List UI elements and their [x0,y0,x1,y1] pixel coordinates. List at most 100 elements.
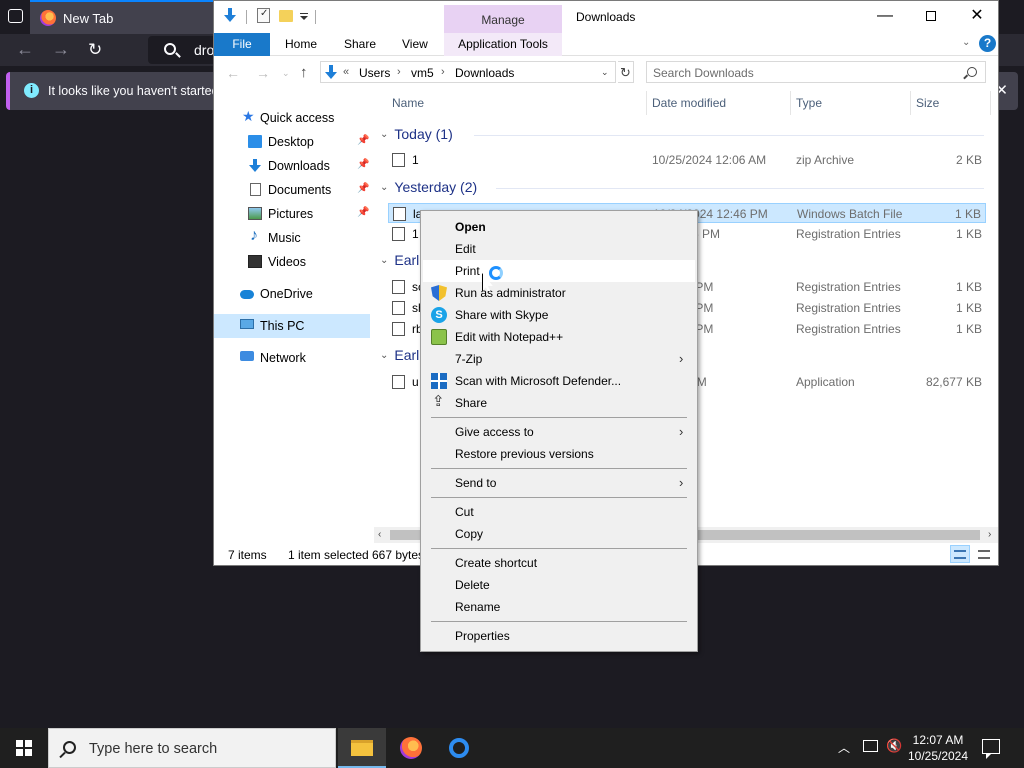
column-header-size[interactable]: Size [916,96,939,110]
tab-list-icon[interactable] [8,9,23,23]
close-button[interactable]: ✕ [954,1,998,33]
column-divider[interactable] [990,91,991,115]
system-clock[interactable]: 12:07 AM 10/25/2024 [905,732,971,764]
show-hidden-icons-icon[interactable]: ︿ [838,739,850,768]
tab-view[interactable]: View [402,33,428,56]
menu-item-edit-with-notepad-plus-plus[interactable]: Edit with Notepad++ [423,326,695,348]
address-bar[interactable]: « Users › vm5 › Downloads ⌄ [320,61,616,83]
nav-item-documents[interactable]: Documents 📌 [214,178,370,202]
column-divider[interactable] [790,91,791,115]
menu-item-share[interactable]: Share [423,392,695,414]
nav-item-videos[interactable]: Videos [214,250,370,274]
nav-item-downloads[interactable]: Downloads 📌 [214,154,370,178]
menu-item-scan-with-defender[interactable]: Scan with Microsoft Defender... [423,370,695,392]
nav-item-network[interactable]: Network [214,346,370,370]
nav-item-desktop[interactable]: Desktop 📌 [214,130,370,154]
scroll-left-icon[interactable]: ‹ [378,527,381,543]
nav-item-this-pc[interactable]: This PC [214,314,370,338]
breadcrumb-separator[interactable]: › [441,66,445,78]
breadcrumb-vm5[interactable]: vm5 [411,66,434,80]
taskbar-app-file-explorer[interactable] [338,728,386,768]
taskbar-app-cortana[interactable] [436,728,484,768]
menu-item-copy[interactable]: Copy [423,523,695,545]
chevron-right-icon: › [679,424,684,439]
search-input[interactable]: Search Downloads [646,61,986,83]
breadcrumb-overflow[interactable]: « [343,66,349,78]
new-folder-icon[interactable] [279,10,293,22]
large-icons-view-button[interactable] [974,545,994,563]
properties-icon[interactable] [257,8,270,23]
scroll-right-icon[interactable]: › [988,527,991,543]
menu-item-label: Print [455,264,480,278]
menu-item-cut[interactable]: Cut [423,501,695,523]
breadcrumb-separator[interactable]: › [397,66,401,78]
chevron-down-icon[interactable]: ⌄ [601,67,609,78]
nav-item-quick-access[interactable]: Quick access [214,106,370,130]
reload-icon[interactable]: ↻ [88,40,102,60]
nav-item-pictures[interactable]: Pictures 📌 [214,202,370,226]
menu-item-rename[interactable]: Rename [423,596,695,618]
back-arrow-icon[interactable]: ← [226,65,240,81]
column-header-name[interactable]: Name [392,96,424,110]
taskbar-app-firefox[interactable] [388,728,436,768]
pin-icon: 📌 [357,207,370,218]
column-header-type[interactable]: Type [796,96,822,110]
menu-item-open[interactable]: Open [423,216,695,238]
notification-text: It looks like you haven't started Fi [48,84,233,98]
refresh-button[interactable]: ↻ [618,61,634,83]
network-status-icon[interactable] [863,740,878,752]
details-view-button[interactable] [950,545,970,563]
file-size: 1 KB [955,227,982,241]
zip-file-icon [392,153,405,167]
menu-item-send-to[interactable]: Send to › [423,472,695,494]
help-icon[interactable]: ? [979,35,996,52]
chevron-down-icon: ⌄ [380,129,389,140]
up-arrow-icon[interactable]: ↑ [300,64,308,81]
column-divider[interactable] [910,91,911,115]
minimize-button[interactable]: — [862,1,908,33]
nav-item-onedrive[interactable]: OneDrive [214,282,370,306]
menu-item-delete[interactable]: Delete [423,574,695,596]
column-divider[interactable] [646,91,647,115]
forward-arrow-icon[interactable]: → [52,40,70,58]
menu-item-run-as-administrator[interactable]: Run as administrator [423,282,695,304]
notifications-icon[interactable] [982,739,1000,759]
volume-muted-icon[interactable]: 🔇 [886,738,902,768]
expand-ribbon-icon[interactable]: ⌄ [962,37,970,48]
group-header-earlier-2[interactable]: ⌄ Earl [380,347,419,363]
file-row[interactable]: 1 10/25/2024 12:06 AM zip Archive 2 KB [388,150,986,170]
menu-item-label: Open [455,220,486,234]
nav-item-label: Pictures [268,207,314,221]
menu-item-restore-previous-versions[interactable]: Restore previous versions [423,443,695,465]
group-header-yesterday[interactable]: ⌄ Yesterday (2) [380,179,477,195]
tab-application-tools[interactable]: Application Tools [444,33,562,56]
tab-share[interactable]: Share [344,33,376,56]
maximize-button[interactable] [908,1,954,33]
menu-separator [431,417,687,418]
tab-file[interactable]: File [214,33,270,56]
group-header-earlier[interactable]: ⌄ Earl [380,252,419,268]
breadcrumb-downloads[interactable]: Downloads [455,66,514,80]
nav-item-music[interactable]: Music [214,226,370,250]
column-header-date-modified[interactable]: Date modified [652,96,726,110]
menu-item-properties[interactable]: Properties [423,625,695,647]
start-button[interactable] [0,728,48,768]
tab-home[interactable]: Home [285,33,317,56]
recent-locations-icon[interactable]: ⌄ [282,68,290,79]
menu-item-give-access-to[interactable]: Give access to › [423,421,695,443]
taskbar-search-input[interactable]: Type here to search [48,728,336,768]
file-name: 1 [412,227,419,241]
menu-item-create-shortcut[interactable]: Create shortcut [423,552,695,574]
back-arrow-icon[interactable]: ← [16,40,34,58]
group-header-today[interactable]: ⌄ Today (1) [380,126,453,142]
forward-arrow-icon[interactable]: → [256,65,270,81]
file-type: Registration Entries [796,322,901,336]
menu-item-share-with-skype[interactable]: S Share with Skype [423,304,695,326]
menu-item-7-zip[interactable]: 7-Zip › [423,348,695,370]
menu-item-edit[interactable]: Edit [423,238,695,260]
menu-item-print[interactable]: Print [423,260,695,282]
firefox-tab-new-tab[interactable]: New Tab [30,0,214,34]
breadcrumb-users[interactable]: Users [359,66,390,80]
customize-toolbar-icon[interactable] [300,13,308,21]
menu-item-label: Edit with Notepad++ [455,330,564,344]
